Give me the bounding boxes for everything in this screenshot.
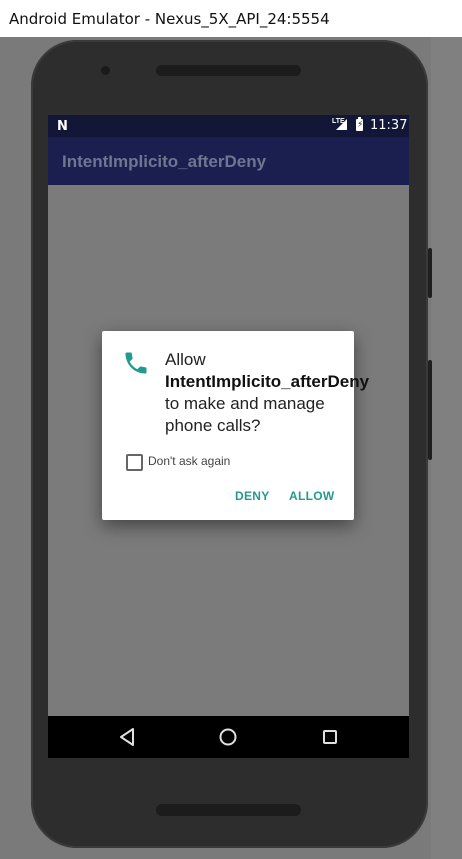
bottom-speaker <box>156 804 301 816</box>
charging-bolt-icon: ⚡ <box>357 120 364 130</box>
allow-button[interactable]: ALLOW <box>289 489 335 503</box>
app-title: IntentImplicito_afterDeny <box>62 152 267 171</box>
deny-button[interactable]: DENY <box>235 489 270 503</box>
status-time: 11:37 <box>370 118 408 133</box>
emulator-window-title: Android Emulator - Nexus_5X_API_24:5554 <box>0 0 462 37</box>
n-notification-icon: N <box>57 119 68 134</box>
battery-icon: ⚡ <box>356 117 364 131</box>
back-triangle-icon[interactable] <box>117 726 139 748</box>
emulator-side-background <box>431 37 462 859</box>
home-circle-icon[interactable] <box>217 726 239 748</box>
permission-message-prefix: Allow <box>165 350 206 369</box>
status-bar: N LTE ⚡ 11:37 <box>48 115 409 137</box>
phone-side-button-upper[interactable] <box>428 248 432 298</box>
permission-app-name: IntentImplicito_afterDeny <box>165 372 370 391</box>
app-toolbar: IntentImplicito_afterDeny <box>48 137 409 185</box>
phone-side-button-lower[interactable] <box>428 360 432 460</box>
top-speaker <box>156 65 301 76</box>
permission-message-suffix: to make and manage phone calls? <box>165 394 325 435</box>
front-camera <box>101 66 110 75</box>
dont-ask-again-checkbox[interactable] <box>126 454 143 471</box>
phone-icon <box>125 352 147 374</box>
navigation-bar <box>48 716 409 758</box>
signal-icon <box>336 119 347 130</box>
dont-ask-again-label[interactable]: Don't ask again <box>148 454 230 468</box>
recents-square-icon[interactable] <box>319 726 341 748</box>
permission-message: Allow IntentImplicito_afterDeny to make … <box>165 349 369 437</box>
permission-dialog: Allow IntentImplicito_afterDeny to make … <box>102 331 369 520</box>
